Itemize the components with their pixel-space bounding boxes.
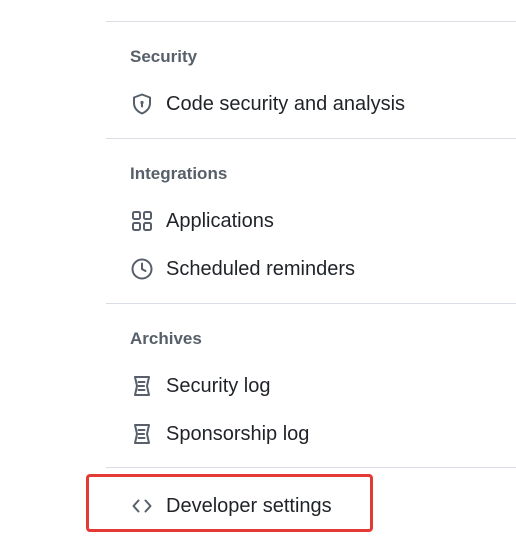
sidebar-item-label: Sponsorship log [166, 422, 310, 445]
sidebar-item-label: Scheduled reminders [166, 257, 355, 280]
clock-icon [130, 257, 154, 281]
sidebar-item-security-log[interactable]: Security log [118, 368, 506, 404]
sidebar-item-code-security[interactable]: Code security and analysis [118, 86, 506, 122]
sidebar-item-label: Applications [166, 209, 274, 232]
sidebar-item-label: Code security and analysis [166, 92, 406, 115]
divider-security [106, 138, 516, 139]
sidebar-item-label: Developer settings [166, 494, 332, 517]
log-icon [130, 422, 154, 446]
divider-archives [106, 467, 516, 468]
sidebar-item-sponsorship-log[interactable]: Sponsorship log [118, 416, 506, 452]
divider-integrations [106, 303, 516, 304]
sidebar-item-developer-settings[interactable]: Developer settings [118, 488, 506, 524]
divider-top [106, 21, 516, 22]
section-title-archives: Archives [130, 329, 202, 348]
section-title-integrations: Integrations [130, 164, 228, 183]
log-icon [130, 374, 154, 398]
shield-lock-icon [130, 92, 154, 116]
sidebar-item-label: Security log [166, 374, 271, 397]
sidebar-item-scheduled-reminders[interactable]: Scheduled reminders [118, 251, 506, 287]
sidebar-item-applications[interactable]: Applications [118, 203, 506, 239]
code-icon [130, 494, 154, 518]
apps-grid-icon [130, 209, 154, 233]
section-title-security: Security [130, 47, 198, 66]
